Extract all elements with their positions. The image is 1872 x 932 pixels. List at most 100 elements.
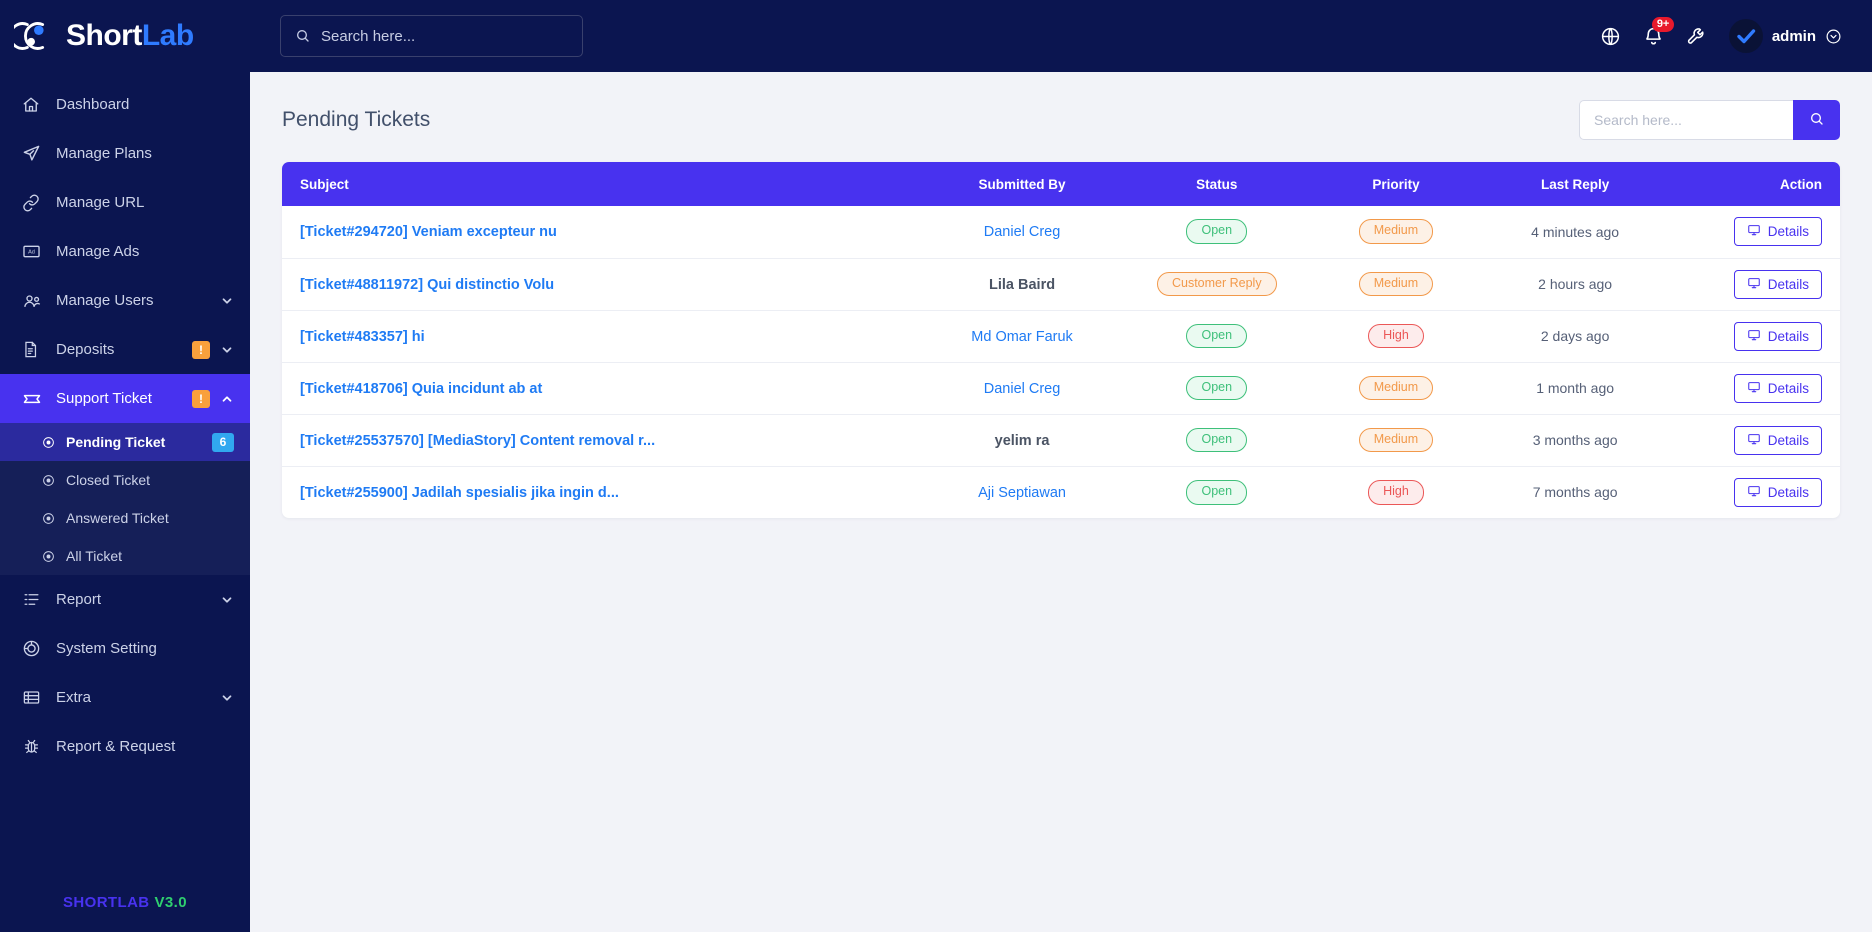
ticket-search-button[interactable] (1793, 100, 1840, 140)
global-search-input[interactable]: Search here... (280, 15, 583, 57)
status-badge: Open (1186, 375, 1248, 401)
status-badge: Open (1186, 479, 1248, 505)
notifications-bell-icon[interactable]: 9+ (1643, 16, 1675, 47)
ticket-search-group (1579, 100, 1840, 140)
ticket-subject-link[interactable]: [Ticket#483357] hi (300, 329, 425, 345)
page-title: Pending Tickets (282, 108, 431, 131)
notification-count-badge: 9+ (1651, 16, 1675, 32)
table-row: [Ticket#255900] Jadilah spesialis jika i… (282, 466, 1840, 518)
priority-badge: Medium (1358, 427, 1434, 453)
details-button[interactable]: Details (1733, 269, 1822, 299)
details-button-label: Details (1767, 224, 1809, 240)
shortlab-logo-icon (8, 15, 56, 57)
sidebar-item-report[interactable]: Report (0, 575, 250, 624)
sidebar-item-manage-url[interactable]: Manage URL (0, 178, 250, 227)
sidebar-item-system-setting[interactable]: System Setting (0, 624, 250, 673)
chevron-up-icon[interactable] (220, 392, 234, 406)
cell-priority: Medium (1310, 414, 1481, 466)
ticket-subject-link[interactable]: [Ticket#418706] Quia incidunt ab at (300, 381, 542, 397)
cell-last-reply: 2 hours ago (1482, 258, 1669, 310)
cell-status: Open (1123, 362, 1310, 414)
cell-priority: Medium (1310, 362, 1481, 414)
paper-plane-icon (22, 144, 48, 163)
monitor-icon (1747, 432, 1761, 449)
cell-priority: Medium (1310, 258, 1481, 310)
ticket-subject-link[interactable]: [Ticket#48811972] Qui distinctio Volu (300, 277, 554, 293)
sidebar-item-label: Deposits (56, 341, 115, 358)
submitted-by-value[interactable]: Md Omar Faruk (971, 329, 1073, 345)
chevron-down-icon[interactable] (220, 294, 234, 308)
brand-text-part2: Lab (141, 19, 194, 52)
brand-logo[interactable]: ShortLab (0, 0, 250, 72)
sidebar-item-pending-ticket[interactable]: Pending Ticket 6 (0, 423, 250, 461)
sidebar-item-answered-ticket[interactable]: Answered Ticket (0, 499, 250, 537)
sidebar-item-extra[interactable]: Extra (0, 673, 250, 722)
chevron-down-icon[interactable] (220, 343, 234, 357)
sidebar-item-label: Manage Plans (56, 145, 152, 162)
sidebar-item-dashboard[interactable]: Dashboard (0, 80, 250, 129)
details-button[interactable]: Details (1733, 373, 1822, 403)
column-header-action: Action (1780, 176, 1822, 192)
details-button[interactable]: Details (1733, 321, 1822, 351)
wrench-tools-icon[interactable] (1686, 26, 1707, 47)
column-header-last-reply: Last Reply (1540, 176, 1610, 192)
details-button-label: Details (1767, 380, 1809, 396)
list-icon (22, 590, 48, 609)
cell-action: Details (1669, 258, 1840, 310)
brand-text: ShortLab (66, 19, 194, 53)
home-icon (22, 96, 48, 114)
submitted-by-value[interactable]: Daniel Creg (984, 381, 1061, 397)
sidebar-item-label: System Setting (56, 640, 157, 657)
submitted-by-value[interactable]: Daniel Creg (984, 224, 1061, 240)
grid-icon (22, 688, 48, 707)
table-header-row: Subject Submitted By Status Priority Las… (282, 162, 1840, 206)
ad-icon: Ad (22, 242, 48, 261)
cell-last-reply: 7 months ago (1482, 466, 1669, 518)
chevron-down-icon[interactable] (220, 593, 234, 607)
sidebar-subitem-label: Pending Ticket (66, 434, 166, 450)
chevron-down-icon[interactable] (220, 691, 234, 705)
sidebar-item-manage-plans[interactable]: Manage Plans (0, 129, 250, 178)
submitted-by-value: Lila Baird (989, 276, 1056, 293)
user-menu[interactable]: admin (1728, 19, 1842, 53)
priority-badge: High (1368, 323, 1424, 349)
sidebar-item-label: Extra (56, 689, 92, 706)
sidebar-item-support-ticket[interactable]: Support Ticket ! (0, 374, 250, 423)
invoice-icon (22, 340, 48, 359)
settings-icon (22, 639, 48, 658)
pending-ticket-count-badge: 6 (212, 432, 234, 452)
details-button[interactable]: Details (1733, 217, 1822, 247)
column-header-submitted-by: Submitted By (978, 176, 1066, 192)
column-header-subject: Subject (300, 176, 349, 192)
last-reply-value: 3 months ago (1532, 432, 1618, 448)
submitted-by-value: yelim ra (994, 432, 1050, 449)
details-button[interactable]: Details (1733, 425, 1822, 455)
details-button[interactable]: Details (1733, 477, 1822, 507)
cell-action: Details (1669, 414, 1840, 466)
submitted-by-value[interactable]: Aji Septiawan (978, 485, 1066, 501)
ticket-search-input[interactable] (1579, 100, 1793, 140)
language-globe-icon[interactable] (1600, 26, 1621, 47)
details-button-label: Details (1767, 432, 1809, 448)
users-icon (22, 291, 48, 311)
cell-subject: [Ticket#483357] hi (282, 310, 921, 362)
details-button-label: Details (1767, 484, 1809, 500)
ticket-subject-link[interactable]: [Ticket#294720] Veniam excepteur nu (300, 224, 557, 240)
monitor-icon (1747, 380, 1761, 397)
sidebar-item-all-ticket[interactable]: All Ticket (0, 537, 250, 575)
search-icon (1809, 111, 1825, 130)
ticket-subject-link[interactable]: [Ticket#25537570] [MediaStory] Content r… (300, 433, 655, 449)
sidebar-subitem-label: All Ticket (66, 548, 123, 564)
last-reply-value: 1 month ago (1536, 380, 1615, 396)
sidebar-item-manage-ads[interactable]: Ad Manage Ads (0, 227, 250, 276)
sidebar-item-deposits[interactable]: Deposits ! (0, 325, 250, 374)
priority-badge: Medium (1358, 219, 1434, 245)
chevron-down-circle-icon[interactable] (1825, 28, 1842, 45)
sidebar-subitem-label: Answered Ticket (66, 510, 169, 526)
sidebar-item-manage-users[interactable]: Manage Users (0, 276, 250, 325)
sidebar-item-report-request[interactable]: Report & Request (0, 722, 250, 771)
avatar (1728, 19, 1763, 53)
ticket-subject-link[interactable]: [Ticket#255900] Jadilah spesialis jika i… (300, 485, 619, 501)
cell-submitted-by: Md Omar Faruk (921, 310, 1124, 362)
sidebar-item-closed-ticket[interactable]: Closed Ticket (0, 461, 250, 499)
